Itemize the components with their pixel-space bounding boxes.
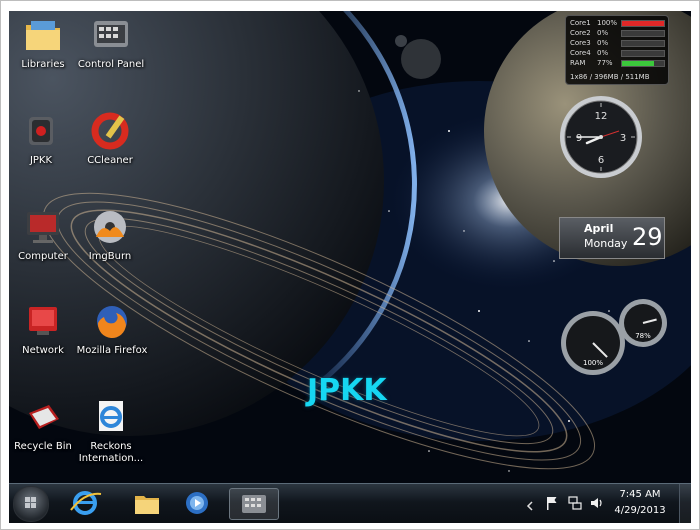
imgburn-icon [90,207,130,247]
desktop-icon-reckons[interactable]: Reckons Internation... [75,397,147,465]
cpu-row-bar [621,40,665,47]
cpu-row-name: Core4 [570,49,591,57]
screenshot-frame: Libraries Control Panel JPKK CCleaner Co… [0,0,700,530]
volume-button[interactable] [589,495,605,511]
taskbar-internet-explorer[interactable] [65,488,105,518]
cpu-row-percent: 0% [597,49,609,57]
clock-numeral-12: 12 [595,111,608,122]
cpu-row-name: Core3 [570,39,591,47]
ram-meter-label: 78% [635,332,651,340]
network-icon [23,301,63,341]
desktop[interactable]: Libraries Control Panel JPKK CCleaner Co… [9,11,691,523]
cpu-row-percent: 0% [597,39,609,47]
jpkk-icon [21,111,61,151]
clock-numeral-3: 3 [620,133,626,144]
cpu-ram-meter-gadget[interactable]: 100% 78% [561,297,671,379]
libraries-icon [23,15,63,55]
icon-label: Network [22,345,64,356]
cpu-row-fill [622,61,655,66]
cpu-row-bar [621,50,665,57]
cpu-meter-gadget[interactable]: Core1 100% Core2 0% Core3 0% Core4 0% RA… [565,15,669,85]
calendar-day: 29 [632,223,663,251]
cpu-row-name: Core1 [570,19,591,27]
icon-label: Control Panel [77,59,145,70]
show-desktop-button[interactable] [679,484,691,523]
cpu-row-name: Core2 [570,29,591,37]
icon-label: CCleaner [87,155,133,166]
taskbar: 7:45 AM 4/29/2013 [9,483,691,523]
cpu-row-bar [621,20,665,27]
network-tray-icon [568,496,582,510]
cpu-row-percent: 77% [597,59,613,67]
cpu-row-fill [622,21,664,26]
internet-explorer-icon [70,491,102,515]
cpu-row-core3: Core3 0% [570,39,666,48]
cpu-row-bar [621,60,665,67]
desktop-icon-libraries[interactable]: Libraries [9,15,79,71]
cpu-row-core4: Core4 0% [570,49,666,58]
recycle-bin-icon [23,397,63,437]
jpkk-watermark: JPKK [307,373,387,408]
network-tray-button[interactable] [567,495,583,511]
cpu-memory-summary: 1x86 / 396MB / 511MB [570,73,650,81]
icon-label: Recycle Bin [14,441,72,452]
control-panel-icon [91,15,131,55]
cpu-row-ram: RAM 77% [570,59,666,68]
desktop-icon-jpkk[interactable]: JPKK [9,111,77,167]
desktop-icon-network[interactable]: Network [9,301,79,357]
windows-explorer-icon [135,496,159,514]
cpu-row-name: RAM [570,59,586,67]
computer-icon [23,207,63,247]
desktop-icon-imgburn[interactable]: ImgBurn [74,207,146,263]
show-hidden-icons-button[interactable] [525,497,535,511]
control-panel-taskbar-icon [242,495,266,513]
desktop-icon-recycle-bin[interactable]: Recycle Bin [9,397,79,453]
clock-numeral-9: 9 [576,133,582,144]
desktop-icon-control-panel[interactable]: Control Panel [75,15,147,71]
cpu-meter-label: 100% [583,359,603,367]
taskbar-media-player[interactable] [177,488,217,518]
cpu-row-percent: 100% [597,19,618,27]
volume-icon [591,498,602,508]
calendar-weekday: Monday [584,237,628,250]
icon-label: ImgBurn [88,251,132,262]
desktop-icon-computer[interactable]: Computer [9,207,79,263]
chevron-left-icon [526,501,533,511]
cpu-row-core1: Core1 100% [570,19,666,28]
firefox-icon [92,301,132,341]
taskbar-clock-date[interactable]: 4/29/2013 [609,505,671,516]
icon-label: JPKK [29,155,53,166]
taskbar-windows-explorer[interactable] [127,488,167,518]
icon-label: Libraries [21,59,65,70]
cpu-row-percent: 0% [597,29,609,37]
icon-label-line2: Internation... [78,453,144,464]
desktop-icon-ccleaner[interactable]: CCleaner [74,111,146,167]
icon-label: Reckons [90,441,132,452]
action-center-flag-icon [547,497,557,510]
media-player-icon [186,492,208,514]
action-center-button[interactable] [545,495,559,511]
ccleaner-icon [90,111,130,151]
reckons-icon [91,397,131,437]
desktop-icon-firefox[interactable]: Mozilla Firefox [75,301,149,357]
calendar-gadget[interactable]: April Monday 29 [559,217,665,259]
start-button[interactable] [13,486,49,522]
cpu-row-bar [621,30,665,37]
icon-label: Mozilla Firefox [76,345,148,356]
clock-gadget[interactable]: 12 3 6 9 [559,95,643,179]
taskbar-clock-time[interactable]: 7:45 AM [609,489,671,500]
windows-logo-icon [25,497,36,508]
cpu-row-core2: Core2 0% [570,29,666,38]
icon-label: Computer [18,251,68,262]
taskbar-control-panel[interactable] [229,488,279,520]
calendar-month: April [584,222,614,235]
clock-numeral-6: 6 [598,155,604,166]
